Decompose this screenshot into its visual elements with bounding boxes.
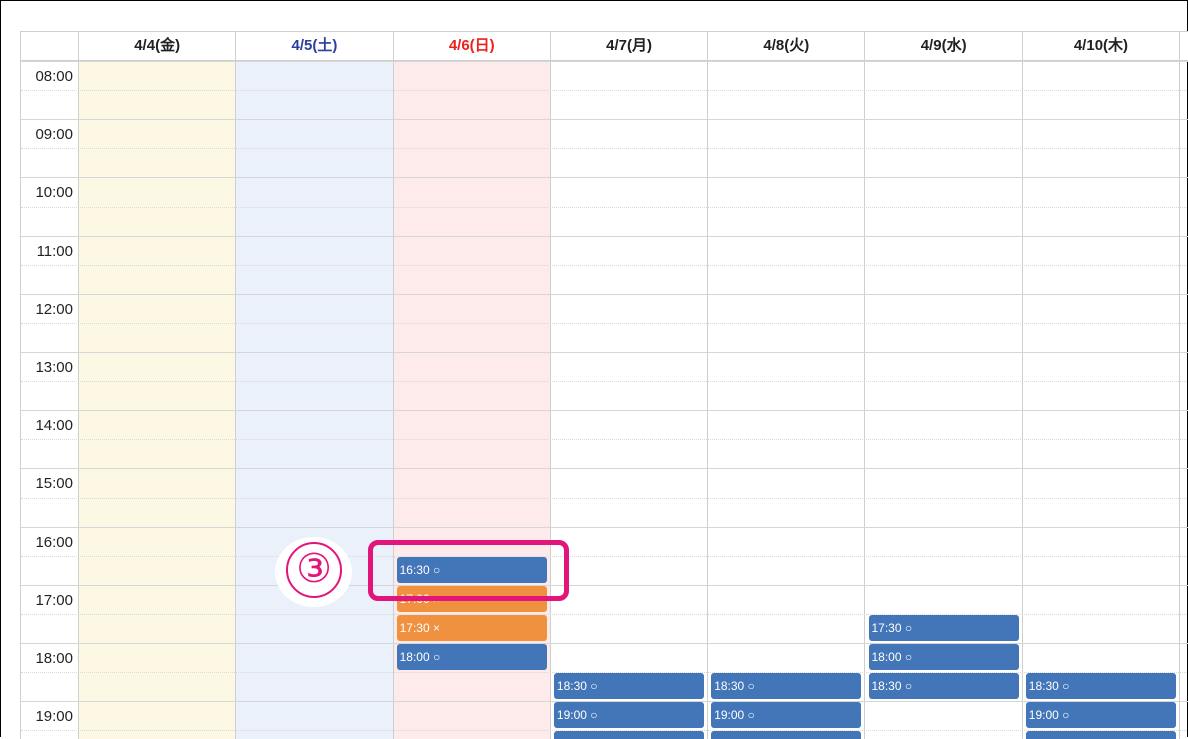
day-header: 4/7(月): [551, 32, 709, 60]
time-label: 13:00: [35, 359, 73, 376]
hour-line: [21, 119, 1188, 121]
time-slot-available[interactable]: 18:30 ○: [711, 673, 862, 700]
half-hour-line: [21, 264, 1188, 266]
half-hour-line: [21, 148, 1188, 150]
time-slot-full[interactable]: 17:30 ×: [396, 614, 547, 641]
half-hour-line: [21, 322, 1188, 324]
hour-line: [21, 352, 1188, 353]
day-header: 4/8(火): [708, 32, 866, 60]
hour-line: [21, 293, 1188, 295]
hour-line: [21, 61, 1188, 62]
day-header: 4/10(木): [1023, 32, 1181, 60]
hour-line: [21, 410, 1188, 412]
day-column[interactable]: [79, 61, 237, 739]
time-slot-available[interactable]: 18:00 ○: [396, 644, 547, 670]
time-label: 10:00: [35, 184, 73, 202]
time-label: 11:00: [36, 242, 73, 260]
half-hour-line: [21, 206, 1188, 208]
hour-line: [21, 468, 1188, 470]
day-header: 4/6(日): [394, 32, 551, 60]
time-label: 08:00: [35, 68, 73, 85]
calendar-body: 08:00 09:00 10:00 11:00 12:00 13:00 14:00 15:00…: [21, 61, 1188, 739]
time-slot-available[interactable]: 19:00 ○: [553, 702, 705, 729]
time-slot-available[interactable]: 18:30 ○: [553, 673, 705, 700]
half-hour-line: [21, 381, 1188, 383]
time-slot-available[interactable]: 17:30 ○: [868, 614, 1019, 641]
day-header: 4/9(水): [866, 32, 1023, 60]
header-gutter: [21, 32, 79, 60]
time-slot-available[interactable]: 18:30 ○: [1025, 673, 1177, 700]
half-hour-line: [21, 497, 1188, 499]
time-label: 17:00: [35, 591, 73, 609]
time-label: 16:00: [35, 533, 73, 551]
hour-line: [21, 526, 1188, 528]
day-column[interactable]: [708, 61, 866, 739]
day-column[interactable]: [550, 61, 709, 739]
day-column[interactable]: [236, 61, 394, 739]
day-column[interactable]: [1022, 61, 1181, 739]
time-slot-available[interactable]: 19:00 ○: [711, 702, 862, 729]
time-slot-available[interactable]: 18:30 ○: [868, 673, 1019, 700]
half-hour-line: [21, 90, 1188, 92]
hour-line: [21, 584, 1188, 586]
calendar-header: 4/4(金) 4/5(土) 4/6(日) 4/7(月) 4/8(火) 4/9(水) 4/10…: [21, 32, 1188, 61]
step-marker: ③: [286, 542, 342, 598]
time-slot-available[interactable]: 19:00 ○: [1025, 702, 1177, 729]
hour-line: [21, 177, 1188, 179]
hour-line: [21, 235, 1188, 237]
time-label: 09:00: [35, 126, 73, 144]
time-label: 18:00: [35, 650, 73, 667]
half-hour-line: [21, 555, 1188, 557]
highlight-box: [368, 540, 569, 601]
time-slot-available[interactable]: 18:00 ○: [868, 644, 1019, 670]
day-header: 4/4(金): [79, 32, 237, 60]
time-label: 15:00: [35, 475, 73, 493]
time-label: 14:00: [35, 417, 73, 435]
time-gutter: 08:00 09:00 10:00 11:00 12:00 13:00 14:00 15:00…: [21, 61, 79, 739]
time-label: 12:00: [35, 300, 73, 318]
weekly-calendar: 4/4(金) 4/5(土) 4/6(日) 4/7(月) 4/8(火) 4/9(水) 4/10…: [20, 31, 1188, 739]
half-hour-line: [21, 439, 1188, 441]
time-label: 19:00: [35, 708, 73, 726]
day-header: 4/5(土): [236, 32, 394, 60]
